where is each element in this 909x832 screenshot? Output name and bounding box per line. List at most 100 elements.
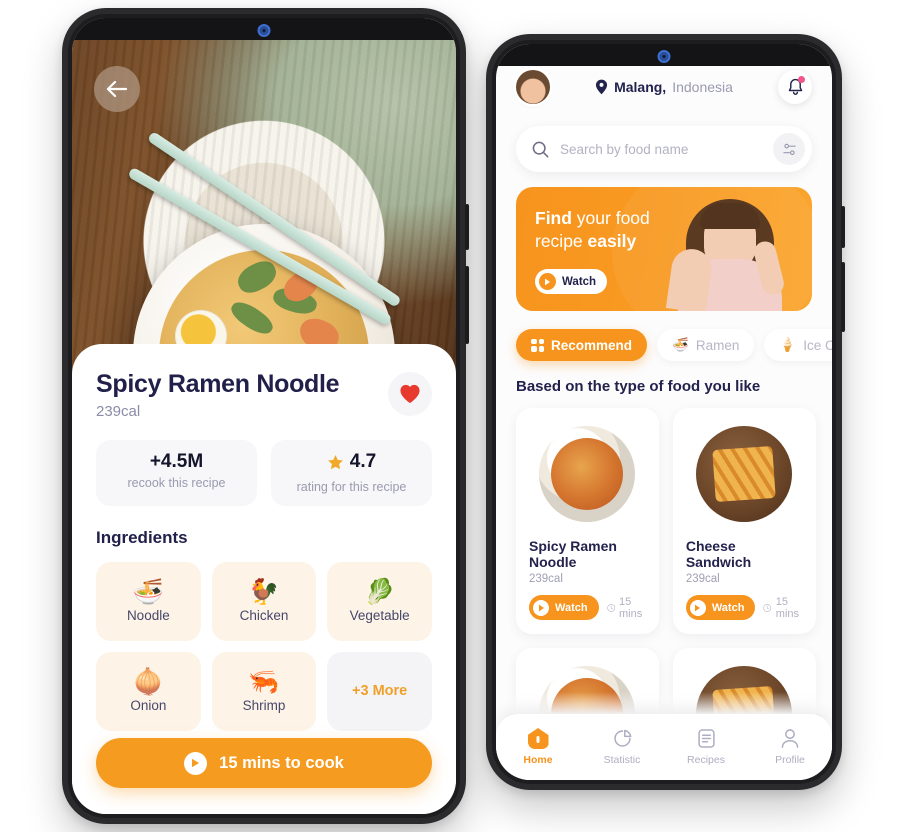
person-icon <box>781 729 799 748</box>
stat-rating-label: rating for this recipe <box>296 479 407 494</box>
phone-recipe-detail: Spicy Ramen Noodle 239cal +4.5M recook t… <box>62 8 469 824</box>
ingredient-onion[interactable]: 🧅 Onion <box>96 651 201 731</box>
phone2-volume-button[interactable] <box>841 206 845 248</box>
clock-icon <box>606 603 615 612</box>
favorite-button[interactable] <box>388 372 432 416</box>
watch-button[interactable]: Watch <box>685 595 756 620</box>
search-filter-button[interactable] <box>773 133 805 165</box>
promo-line1-bold: Find <box>535 208 572 228</box>
food-card-sandwich[interactable]: Cheese Sandwich 239cal Watch 15 mins <box>672 408 816 634</box>
grid-icon <box>531 338 544 352</box>
cook-time-label: 15 mins <box>775 595 800 620</box>
food-calories: 239cal <box>529 573 563 585</box>
promo-banner[interactable]: Find your food recipe easily Watch <box>516 187 812 311</box>
home-content: Malang, Indonesia Search by food name Fi… <box>496 44 832 780</box>
avatar[interactable] <box>516 70 550 104</box>
onion-icon: 🧅 <box>132 667 164 696</box>
rating-number: 4.7 <box>349 451 377 472</box>
location-country: Indonesia <box>672 79 733 95</box>
ingredient-label: Noodle <box>126 607 170 623</box>
nav-label: Recipes <box>687 754 725 766</box>
arrow-left-icon <box>106 81 128 97</box>
play-triangle-icon <box>695 604 701 611</box>
food-card-ramen[interactable]: Spicy Ramen Noodle 239cal Watch 15 mins <box>516 408 659 634</box>
ingredient-label: Onion <box>130 697 167 713</box>
clock-icon <box>763 603 772 612</box>
food-card-actions: Watch 15 mins <box>685 595 803 620</box>
ingredient-label: Vegetable <box>349 607 410 623</box>
location-indicator[interactable]: Malang, Indonesia <box>595 79 733 95</box>
food-image <box>686 421 803 527</box>
shrimp-icon: 🦐 <box>248 667 280 696</box>
nav-item-statistic[interactable]: Statistic <box>580 728 664 766</box>
map-pin-icon <box>596 79 608 95</box>
back-button[interactable] <box>94 66 140 112</box>
nav-item-recipes[interactable]: Recipes <box>664 728 748 766</box>
phone1-camera-icon <box>257 24 271 37</box>
promo-line1-rest: your food <box>571 208 650 228</box>
notifications-button[interactable] <box>778 70 812 104</box>
ingredient-label: Shrimp <box>242 697 286 713</box>
chicken-icon: 🐓 <box>248 577 280 606</box>
notification-badge <box>798 76 805 83</box>
phone1-volume-button[interactable] <box>465 204 469 250</box>
promo-person-image <box>665 195 787 311</box>
ingredients-grid: 🍜 Noodle 🐓 Chicken 🥬 Vegetable 🧅 Onion 🦐… <box>96 561 432 731</box>
nav-label: Statistic <box>603 754 641 766</box>
food-image <box>529 421 646 527</box>
ingredients-heading: Ingredients <box>96 527 188 547</box>
nav-label: Home <box>523 754 553 766</box>
phone-home: Malang, Indonesia Search by food name Fi… <box>486 34 845 790</box>
play-icon <box>689 599 706 616</box>
food-name: Cheese Sandwich <box>685 538 752 570</box>
ingredient-vegetable[interactable]: 🥬 Vegetable <box>327 561 432 641</box>
phone1-screen: Spicy Ramen Noodle 239cal +4.5M recook t… <box>72 18 456 814</box>
ingredient-shrimp[interactable]: 🦐 Shrimp <box>211 651 317 731</box>
watch-label: Watch <box>711 601 745 614</box>
vegetable-icon: 🥬 <box>364 577 396 606</box>
food-calories: 239cal <box>685 573 720 585</box>
search-bar[interactable] <box>516 126 812 172</box>
promo-line2-rest: recipe <box>535 231 588 252</box>
phone2-power-button[interactable] <box>841 262 845 332</box>
nav-label: Profile <box>775 754 805 766</box>
play-icon <box>533 599 549 616</box>
chip-label: Ramen <box>695 337 740 353</box>
watch-button[interactable]: Watch <box>529 595 599 620</box>
promo-arm-left <box>665 246 715 311</box>
heart-icon <box>400 384 420 404</box>
cook-time-label: 15 mins <box>618 595 643 620</box>
food-card-actions: Watch 15 mins <box>529 595 646 620</box>
ingredient-label: Chicken <box>239 607 289 623</box>
stat-recook: +4.5M recook this recipe <box>96 440 257 506</box>
document-icon <box>697 729 715 748</box>
food-name: Spicy Ramen Noodle <box>529 538 617 570</box>
nav-item-profile[interactable]: Profile <box>748 728 832 766</box>
search-input[interactable] <box>560 141 762 157</box>
section-title: Based on the type of food you like <box>516 378 761 395</box>
ramen-icon: 🍜 <box>672 337 689 352</box>
chip-recommend[interactable]: Recommend <box>516 329 648 361</box>
screenshot-stage: Spicy Ramen Noodle 239cal +4.5M recook t… <box>0 0 909 832</box>
chip-ramen[interactable]: 🍜 Ramen <box>657 329 755 361</box>
ingredient-chicken[interactable]: 🐓 Chicken <box>211 561 317 641</box>
cook-button[interactable]: 15 mins to cook <box>96 738 432 788</box>
recipe-calories: 239cal <box>96 403 141 420</box>
phone1-power-button[interactable] <box>465 266 469 344</box>
promo-text: Find your food recipe easily <box>535 207 650 253</box>
ramen-plate-graphic <box>539 426 636 522</box>
promo-watch-label: Watch <box>562 275 597 288</box>
play-icon <box>184 751 208 775</box>
promo-line2-bold: easily <box>587 231 637 252</box>
chip-label: Recommend <box>551 337 633 353</box>
nav-item-home[interactable]: Home <box>496 728 580 766</box>
chip-ice-cream[interactable]: 🍦 Ice Cream <box>764 329 832 361</box>
ingredients-more-button[interactable]: +3 More <box>327 651 432 731</box>
ingredient-noodle[interactable]: 🍜 Noodle <box>96 561 201 641</box>
stat-rating: 4.7 rating for this recipe <box>271 440 432 506</box>
sandwich-plate-graphic <box>696 426 793 522</box>
promo-watch-button[interactable]: Watch <box>535 269 608 294</box>
cook-time: 15 mins <box>606 595 646 620</box>
promo-fringe <box>700 203 760 229</box>
play-triangle-icon <box>538 604 544 611</box>
